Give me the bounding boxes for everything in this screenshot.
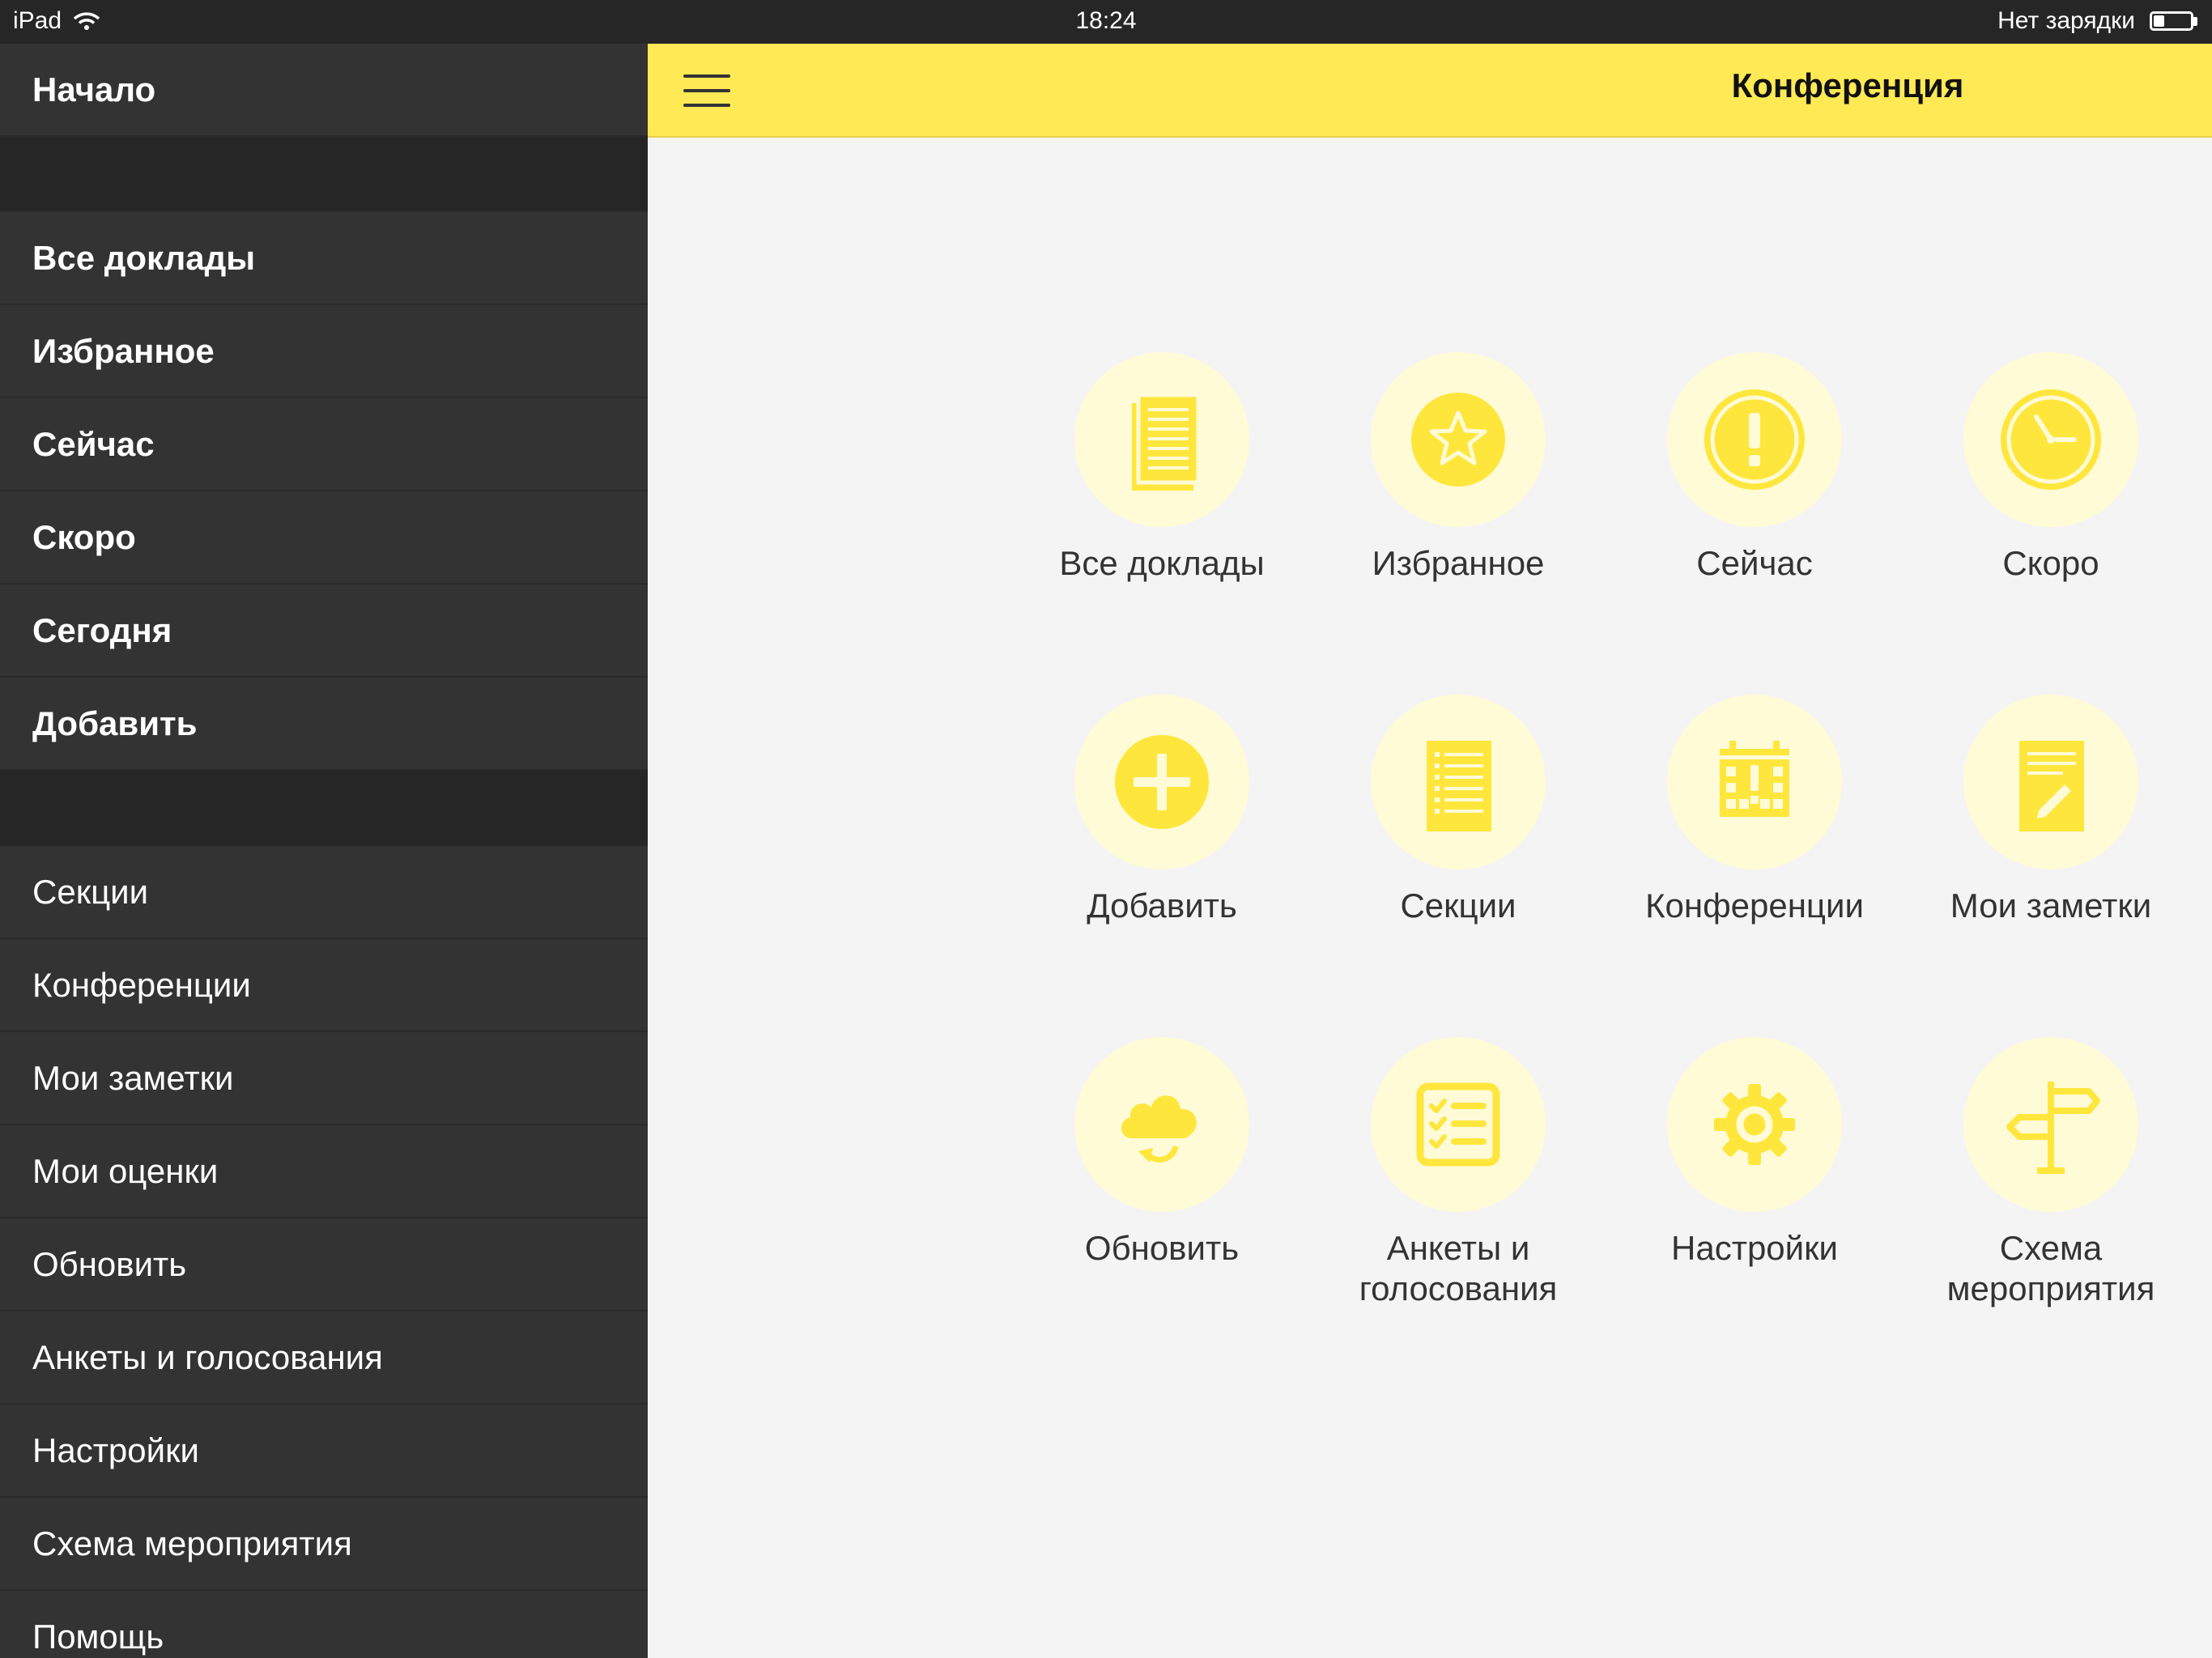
sidebar-item-refresh[interactable]: Обновить	[0, 1218, 648, 1312]
tile-label: Секции	[1400, 886, 1516, 925]
star-icon	[1411, 393, 1505, 487]
tile-add[interactable]: Добавить	[1024, 695, 1300, 926]
tile-now[interactable]: Сейчас	[1617, 352, 1892, 584]
tile-all-talks[interactable]: Все доклады	[1024, 352, 1300, 584]
sidebar-item-favorites[interactable]: Избранное	[0, 305, 648, 398]
exclamation-icon	[1704, 389, 1805, 490]
signpost-icon	[2006, 1082, 2100, 1174]
top-bar: Конференция	[648, 44, 2212, 138]
tile-label: Конференции	[1645, 886, 1864, 925]
tile-my-notes[interactable]: Мои заметки	[1913, 695, 2189, 926]
cloud-sync-icon	[1121, 1095, 1197, 1163]
sidebar-divider	[0, 771, 648, 846]
tile-label: Мои заметки	[1950, 886, 2152, 925]
gear-icon	[1714, 1084, 1795, 1165]
tile-label: Все доклады	[1059, 544, 1265, 582]
note-pencil-icon	[2019, 741, 2084, 831]
section-list-icon	[1427, 741, 1491, 831]
sidebar-item-conferences[interactable]: Конференции	[0, 939, 648, 1032]
clock-icon	[2001, 389, 2101, 490]
document-list-icon	[1132, 393, 1201, 491]
sidebar-item-help[interactable]: Помощь	[0, 1591, 648, 1658]
tile-venue-map[interactable]: Схема мероприятия	[1913, 1037, 2189, 1309]
tile-conferences[interactable]: Конференции	[1617, 695, 1892, 926]
battery-icon	[2150, 11, 2193, 31]
sidebar-item-soon[interactable]: Скоро	[0, 491, 648, 585]
tile-sections[interactable]: Секции	[1321, 695, 1596, 926]
tile-label: Скоро	[2002, 544, 2099, 582]
sidebar-item-my-ratings[interactable]: Мои оценки	[0, 1125, 648, 1218]
tile-refresh[interactable]: Обновить	[1024, 1037, 1300, 1269]
battery-tip	[2193, 16, 2197, 26]
tile-label: Добавить	[1087, 886, 1237, 925]
menu-icon[interactable]	[683, 74, 730, 107]
sidebar-item-today[interactable]: Сегодня	[0, 585, 648, 678]
tile-favorites[interactable]: Избранное	[1321, 352, 1596, 584]
sidebar-item-venue-map[interactable]: Схема мероприятия	[0, 1498, 648, 1591]
sidebar-menu: Начало Все доклады Избранное Сейчас Скор…	[0, 44, 648, 1658]
tile-label: Обновить	[1084, 1229, 1240, 1267]
sidebar-item-settings[interactable]: Настройки	[0, 1405, 648, 1498]
tile-settings[interactable]: Настройки	[1617, 1037, 1892, 1269]
tile-label: Настройки	[1671, 1229, 1838, 1267]
tile-label: Схема мероприятия	[1946, 1229, 2155, 1307]
battery-text: Нет зарядки	[1997, 7, 2135, 34]
status-time: 18:24	[1075, 7, 1137, 34]
sidebar-item-my-notes[interactable]: Мои заметки	[0, 1032, 648, 1125]
checklist-icon	[1416, 1082, 1500, 1167]
calendar-icon	[1720, 741, 1789, 817]
sidebar-divider	[0, 137, 648, 212]
tile-label: Анкеты и голосования	[1359, 1229, 1558, 1307]
status-bar: iPad 18:24 Нет зарядки	[0, 0, 2212, 44]
sidebar-item-now[interactable]: Сейчас	[0, 398, 648, 491]
sidebar-item-home[interactable]: Начало	[0, 44, 648, 137]
sidebar-item-surveys[interactable]: Анкеты и голосования	[0, 1312, 648, 1405]
main-content: Конференция Все доклады Избранное Сейчас…	[648, 44, 2212, 1658]
tile-label: Избранное	[1372, 544, 1545, 582]
sidebar-item-add[interactable]: Добавить	[0, 678, 648, 771]
tile-soon[interactable]: Скоро	[1913, 352, 2189, 584]
tile-label: Сейчас	[1696, 544, 1813, 582]
plus-icon	[1115, 735, 1209, 829]
page-title: Конференция	[1731, 66, 1964, 104]
tile-surveys[interactable]: Анкеты и голосования	[1321, 1037, 1596, 1309]
sidebar-item-sections[interactable]: Секции	[0, 846, 648, 939]
sidebar-item-all-talks[interactable]: Все доклады	[0, 212, 648, 305]
